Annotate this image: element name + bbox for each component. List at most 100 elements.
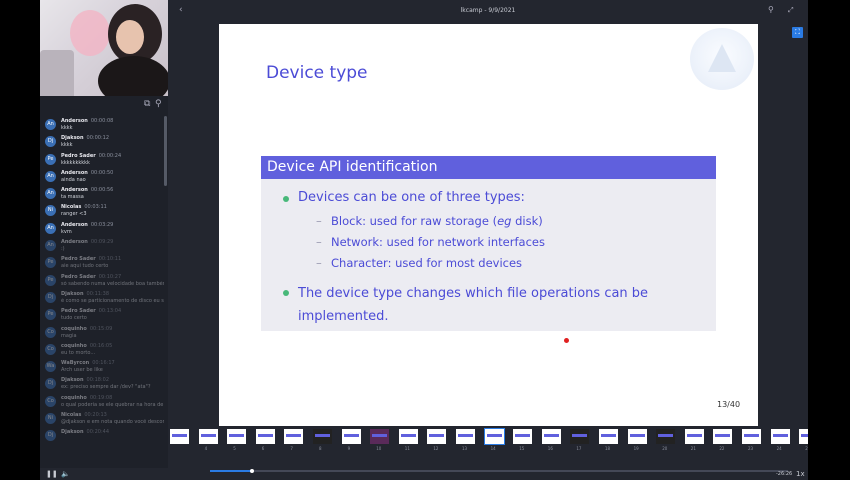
chat-time: 00:16:05 (89, 342, 113, 349)
slide-thumbnail[interactable]: 22 (713, 429, 733, 451)
chat-author: Pedro Sader (61, 308, 96, 315)
speed-button[interactable]: 1x (796, 470, 805, 478)
slide-thumbnail[interactable]: 21 (684, 429, 704, 451)
thumbnail-number: 16 (547, 446, 553, 451)
chat-text: o qual poderia se ele quebrar na hora de… (61, 401, 164, 408)
chat-time: 00:10:27 (98, 273, 122, 280)
slide-thumbnail[interactable]: 8 (313, 429, 332, 451)
chat-scrollbar[interactable] (164, 116, 167, 186)
chat-text: @djakson e em nota quando você desconect… (61, 419, 164, 426)
slide-thumbnail[interactable]: 10 (370, 429, 390, 451)
chat-message: An Anderson 00:00:08 kkkk (40, 116, 164, 133)
thumbnail-number: 4 (204, 446, 208, 451)
avatar: Pe (45, 257, 56, 269)
chat-time: 00:00:08 (90, 118, 114, 124)
thumbnail-number: 15 (519, 446, 525, 451)
slide-thumbnail[interactable]: 6 (255, 429, 275, 451)
avatar: Pe (45, 309, 56, 321)
avatar: Co (45, 326, 56, 338)
chat-author: Djakson (61, 135, 84, 142)
recording-player: ⧉ ⚲ An Anderson 00:00:08 kkkk Dj Djakson 00:00… (40, 0, 808, 480)
progress-bar[interactable] (210, 469, 788, 473)
chat-author: Pedro Sader (61, 273, 96, 280)
sub-item: – Network: used for network interfaces (316, 235, 545, 249)
chat-author: Anderson (61, 118, 88, 124)
avatar: Dj (45, 430, 56, 442)
chat-text: magia (61, 332, 77, 339)
logo-icon (690, 28, 754, 90)
chat-author: WaByrcon (61, 360, 90, 367)
page-number: 13/40 (717, 400, 741, 409)
search-icon[interactable]: ⚲ (768, 5, 774, 14)
chat-text: é como se particionamento de disco eu se… (61, 297, 164, 304)
slide-thumbnail[interactable]: 15 (513, 429, 533, 451)
slide-thumbnail[interactable]: 25 (799, 429, 808, 451)
slide-title: Device type (266, 63, 368, 83)
slide-thumbnail[interactable]: 9 (341, 429, 361, 451)
slide-thumbnail[interactable]: 16 (541, 429, 561, 451)
copy-icon[interactable]: ⧉ (144, 99, 150, 109)
slide-thumbnail[interactable]: 5 (227, 429, 247, 451)
slide-thumbnail[interactable]: 7 (284, 429, 304, 451)
thumbnail-number: 19 (633, 446, 639, 451)
thumbnail-number: 8 (319, 446, 322, 451)
progress-knob[interactable] (250, 469, 254, 473)
slide-thumbnail[interactable]: 24 (770, 429, 790, 451)
avatar: An (45, 240, 56, 252)
avatar: Co (45, 395, 56, 407)
chat-message: Co coquinho 00:15:09 magia (40, 324, 164, 341)
chat-message: Co coquinho 00:16:05 eu to morto... (40, 341, 164, 358)
avatar: An (45, 170, 56, 182)
chat-time: 00:00:12 (86, 135, 110, 142)
fullscreen-icon[interactable]: ⛶ (792, 27, 803, 38)
thumbnail-number: 21 (690, 446, 696, 451)
slide-thumbnail[interactable]: 23 (742, 429, 761, 451)
chat-text: Arch user be like (61, 367, 103, 374)
chat-message: An Anderson 00:03:29 kvm (40, 220, 164, 237)
block-title: Device API identification (261, 156, 716, 179)
avatar: An (45, 222, 56, 234)
search-chat-icon[interactable]: ⚲ (155, 99, 162, 109)
slide-thumbnail[interactable]: 4 (198, 429, 218, 451)
slide-thumbnail[interactable]: 13 (456, 429, 475, 451)
chat-message: Dj Djakson 00:18:02 ex: preciso sempre dar … (40, 375, 164, 392)
chat-message: Co coquinho 00:19:08 o qual poderia se ele … (40, 393, 164, 410)
sub-item: – Character: used for most devices (316, 256, 523, 270)
pause-icon[interactable]: ❚❚ (46, 470, 58, 478)
chat-author: Pedro Sader (61, 256, 96, 263)
slide-thumbnail[interactable]: 14 (483, 428, 505, 451)
chat-author: Djakson (61, 377, 84, 384)
avatar: Pe (45, 153, 56, 165)
chat-author: coquinho (61, 325, 87, 332)
slide-thumbnail[interactable]: 20 (656, 429, 676, 451)
slide-thumbnail[interactable] (170, 429, 189, 444)
chat-time: 00:03:11 (84, 204, 107, 211)
chat-message: Dj Djakson 00:00:12 kkkk (40, 133, 164, 150)
chat-author: Anderson (61, 169, 88, 176)
bullet-icon (283, 290, 289, 296)
chat-message: Pe Pedro Sader 00:13:04 tudo certo (40, 306, 164, 323)
avatar: Ni (45, 205, 56, 217)
chat-message: Wa WaByrcon 00:16:17 Arch user be like (40, 358, 164, 375)
volume-icon[interactable]: 🔈 (61, 470, 70, 478)
chat-message: Dj Djakson 00:20:44 (40, 427, 164, 444)
chat-author: Anderson (61, 221, 88, 228)
bullet-item: The device type changes which file opera… (283, 282, 648, 328)
slide-thumbnail[interactable]: 19 (627, 429, 647, 451)
slide-thumbnail[interactable]: 12 (427, 429, 447, 451)
laser-pointer (564, 338, 569, 343)
sub-item: – Block: used for raw storage (eg disk) (316, 214, 543, 228)
chat-text: ta massa (61, 194, 84, 201)
chat-author: Anderson (61, 187, 88, 194)
recording-title: lkcamp - 9/9/2021 (460, 7, 516, 14)
slide-thumbnail[interactable]: 11 (398, 429, 418, 451)
expand-icon[interactable]: ⤢ (788, 6, 794, 15)
slide-thumbnail[interactable]: 18 (599, 429, 618, 451)
avatar: Wa (45, 361, 56, 373)
slide-thumbnail[interactable]: 17 (570, 429, 590, 451)
thumbnail-number: 25 (805, 446, 808, 451)
chat-time: 00:15:09 (89, 325, 113, 332)
chat-message: Ni Nicolas 00:20:13 @djakson e em nota quan… (40, 410, 164, 427)
avatar: An (45, 188, 56, 200)
chat-text: kkkkkkkkkk (61, 159, 90, 166)
